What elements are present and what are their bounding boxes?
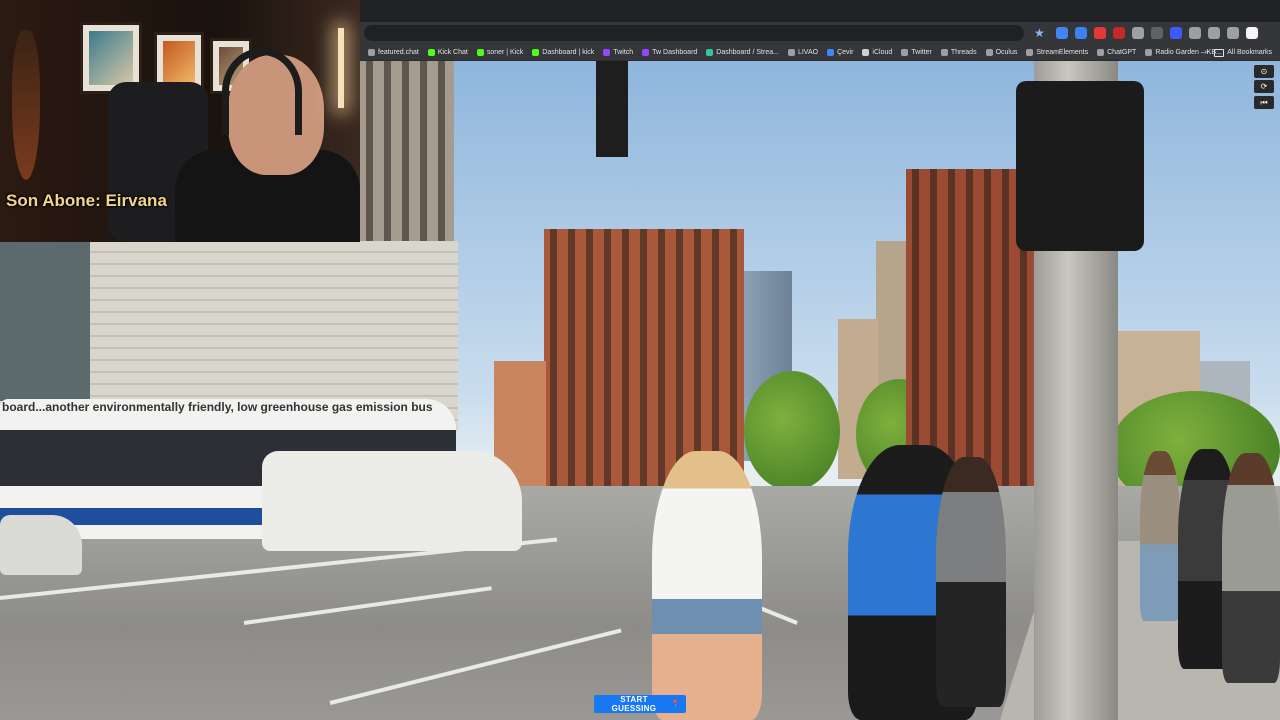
bookmark-item[interactable]: Çevir: [827, 48, 854, 56]
pedestrian: [652, 451, 762, 720]
kick-icon: [476, 48, 484, 56]
pedestrian: [1222, 453, 1280, 683]
start-guessing-label: START GUESSING: [611, 695, 657, 713]
extension-icon[interactable]: [1151, 27, 1163, 39]
extension-icon[interactable]: [1056, 27, 1068, 39]
painting-art: [163, 41, 195, 85]
refresh-button[interactable]: ⟳: [1254, 80, 1274, 93]
bookmark-icon: [368, 48, 375, 56]
extension-icon[interactable]: [1227, 27, 1239, 39]
bookmark-label: soner | Kick: [486, 48, 524, 56]
apple-icon: [862, 48, 870, 56]
bookmark-label: Kick Chat: [437, 48, 468, 56]
all-bookmarks-button[interactable]: All Bookmarks: [1214, 48, 1272, 57]
bookmark-label: Oculus: [995, 48, 1018, 56]
bookmark-item[interactable]: soner | Kick: [476, 48, 524, 56]
extension-icon[interactable]: [1075, 27, 1087, 39]
bookmark-item[interactable]: Dashboard | kick: [532, 48, 595, 56]
pedestrian: [1140, 451, 1180, 621]
webcam-overlay: Son Abone: Eirvana: [0, 0, 360, 242]
white-van: [262, 451, 522, 551]
bookmark-label: Dashboard | kick: [542, 48, 595, 56]
guitar: [12, 30, 40, 180]
bookmarks-bar-right: » All Bookmarks: [1204, 44, 1272, 60]
bookmark-label: iCloud: [872, 48, 893, 56]
extension-icon[interactable]: [1246, 27, 1258, 39]
building-facade: [0, 241, 90, 401]
light-strip: [338, 28, 344, 108]
bookmark-item[interactable]: StreamElements: [1026, 48, 1089, 56]
globe-icon: [940, 48, 948, 56]
extension-icon[interactable]: [1113, 27, 1125, 39]
bookmark-label: Dashboard / Strea...: [716, 48, 779, 56]
bookmark-item[interactable]: Threads: [940, 48, 977, 56]
bookmark-label: featured.chat: [378, 48, 419, 56]
white-car: [0, 515, 82, 575]
bookmark-item[interactable]: Tw Dashboard: [642, 48, 698, 56]
compass-button[interactable]: ⊙: [1254, 65, 1274, 78]
bookmark-label: Tw Dashboard: [652, 48, 698, 56]
traffic-light-pole: [596, 61, 628, 157]
bookmark-item[interactable]: LIVAO: [787, 48, 819, 56]
translate-icon: [827, 48, 835, 56]
extension-icon[interactable]: [1132, 27, 1144, 39]
bookmark-item[interactable]: iCloud: [862, 48, 893, 56]
all-bookmarks-label: All Bookmarks: [1227, 49, 1272, 56]
globe-icon: [985, 48, 993, 56]
bookmark-label: LIVAO: [797, 48, 819, 56]
bookmark-label: Twitch: [613, 48, 634, 56]
pedestrian: [936, 457, 1006, 707]
folder-icon: [1214, 48, 1225, 57]
bookmarks-bar: featured.chat Kick Chat soner | Kick Dashbo…: [360, 44, 1280, 61]
dashboard-icon: [706, 48, 714, 56]
bookmark-item[interactable]: Dashboard / Strea...: [706, 48, 779, 56]
headset-icon: [222, 48, 302, 135]
bookmark-label: Twitter: [911, 48, 932, 56]
bookmark-item[interactable]: Kick Chat: [427, 48, 468, 56]
bookmark-item[interactable]: Twitch: [603, 48, 634, 56]
globe-icon: [1026, 48, 1034, 56]
more-bookmarks-button[interactable]: »: [1204, 49, 1208, 56]
bus-advertisement: board...another environmentally friendly…: [2, 400, 433, 414]
extensions-toolbar: [1056, 26, 1258, 40]
bookmark-item[interactable]: featured.chat: [368, 48, 419, 56]
tree: [744, 371, 840, 491]
map-pin-icon: 📍: [670, 701, 680, 708]
latest-subscriber-label: Son Abone: Eirvana: [6, 191, 167, 210]
start-guessing-button[interactable]: START GUESSING 📍: [594, 695, 686, 713]
brick-corner-building: [544, 229, 744, 489]
bookmark-item[interactable]: ChatGPT: [1097, 48, 1137, 56]
globe-icon: [787, 48, 795, 56]
bookmark-label: Çevir: [837, 48, 854, 56]
painting-art: [89, 31, 133, 85]
twitch-icon: [642, 48, 650, 56]
kick-icon: [532, 48, 540, 56]
bookmark-item[interactable]: Oculus: [985, 48, 1018, 56]
globe-icon: [1145, 48, 1153, 56]
browser-toolbar: ★: [360, 22, 1280, 44]
kick-icon: [427, 48, 435, 56]
globe-icon: [901, 48, 909, 56]
twitch-icon: [603, 48, 611, 56]
extension-icon[interactable]: [1170, 27, 1182, 39]
bookmark-label: StreamElements: [1036, 48, 1089, 56]
bookmark-star-icon[interactable]: ★: [1034, 25, 1045, 41]
address-bar[interactable]: [364, 25, 1024, 41]
extension-icon[interactable]: [1094, 27, 1106, 39]
chatgpt-icon: [1097, 48, 1105, 56]
extension-icon[interactable]: [1189, 27, 1201, 39]
bookmark-label: ChatGPT: [1107, 48, 1137, 56]
traffic-signal: [1016, 81, 1144, 251]
bookmark-item[interactable]: Twitter: [901, 48, 932, 56]
extension-icon[interactable]: [1208, 27, 1220, 39]
back-to-start-button[interactable]: ⏮: [1254, 96, 1274, 109]
bookmark-label: Threads: [950, 48, 977, 56]
